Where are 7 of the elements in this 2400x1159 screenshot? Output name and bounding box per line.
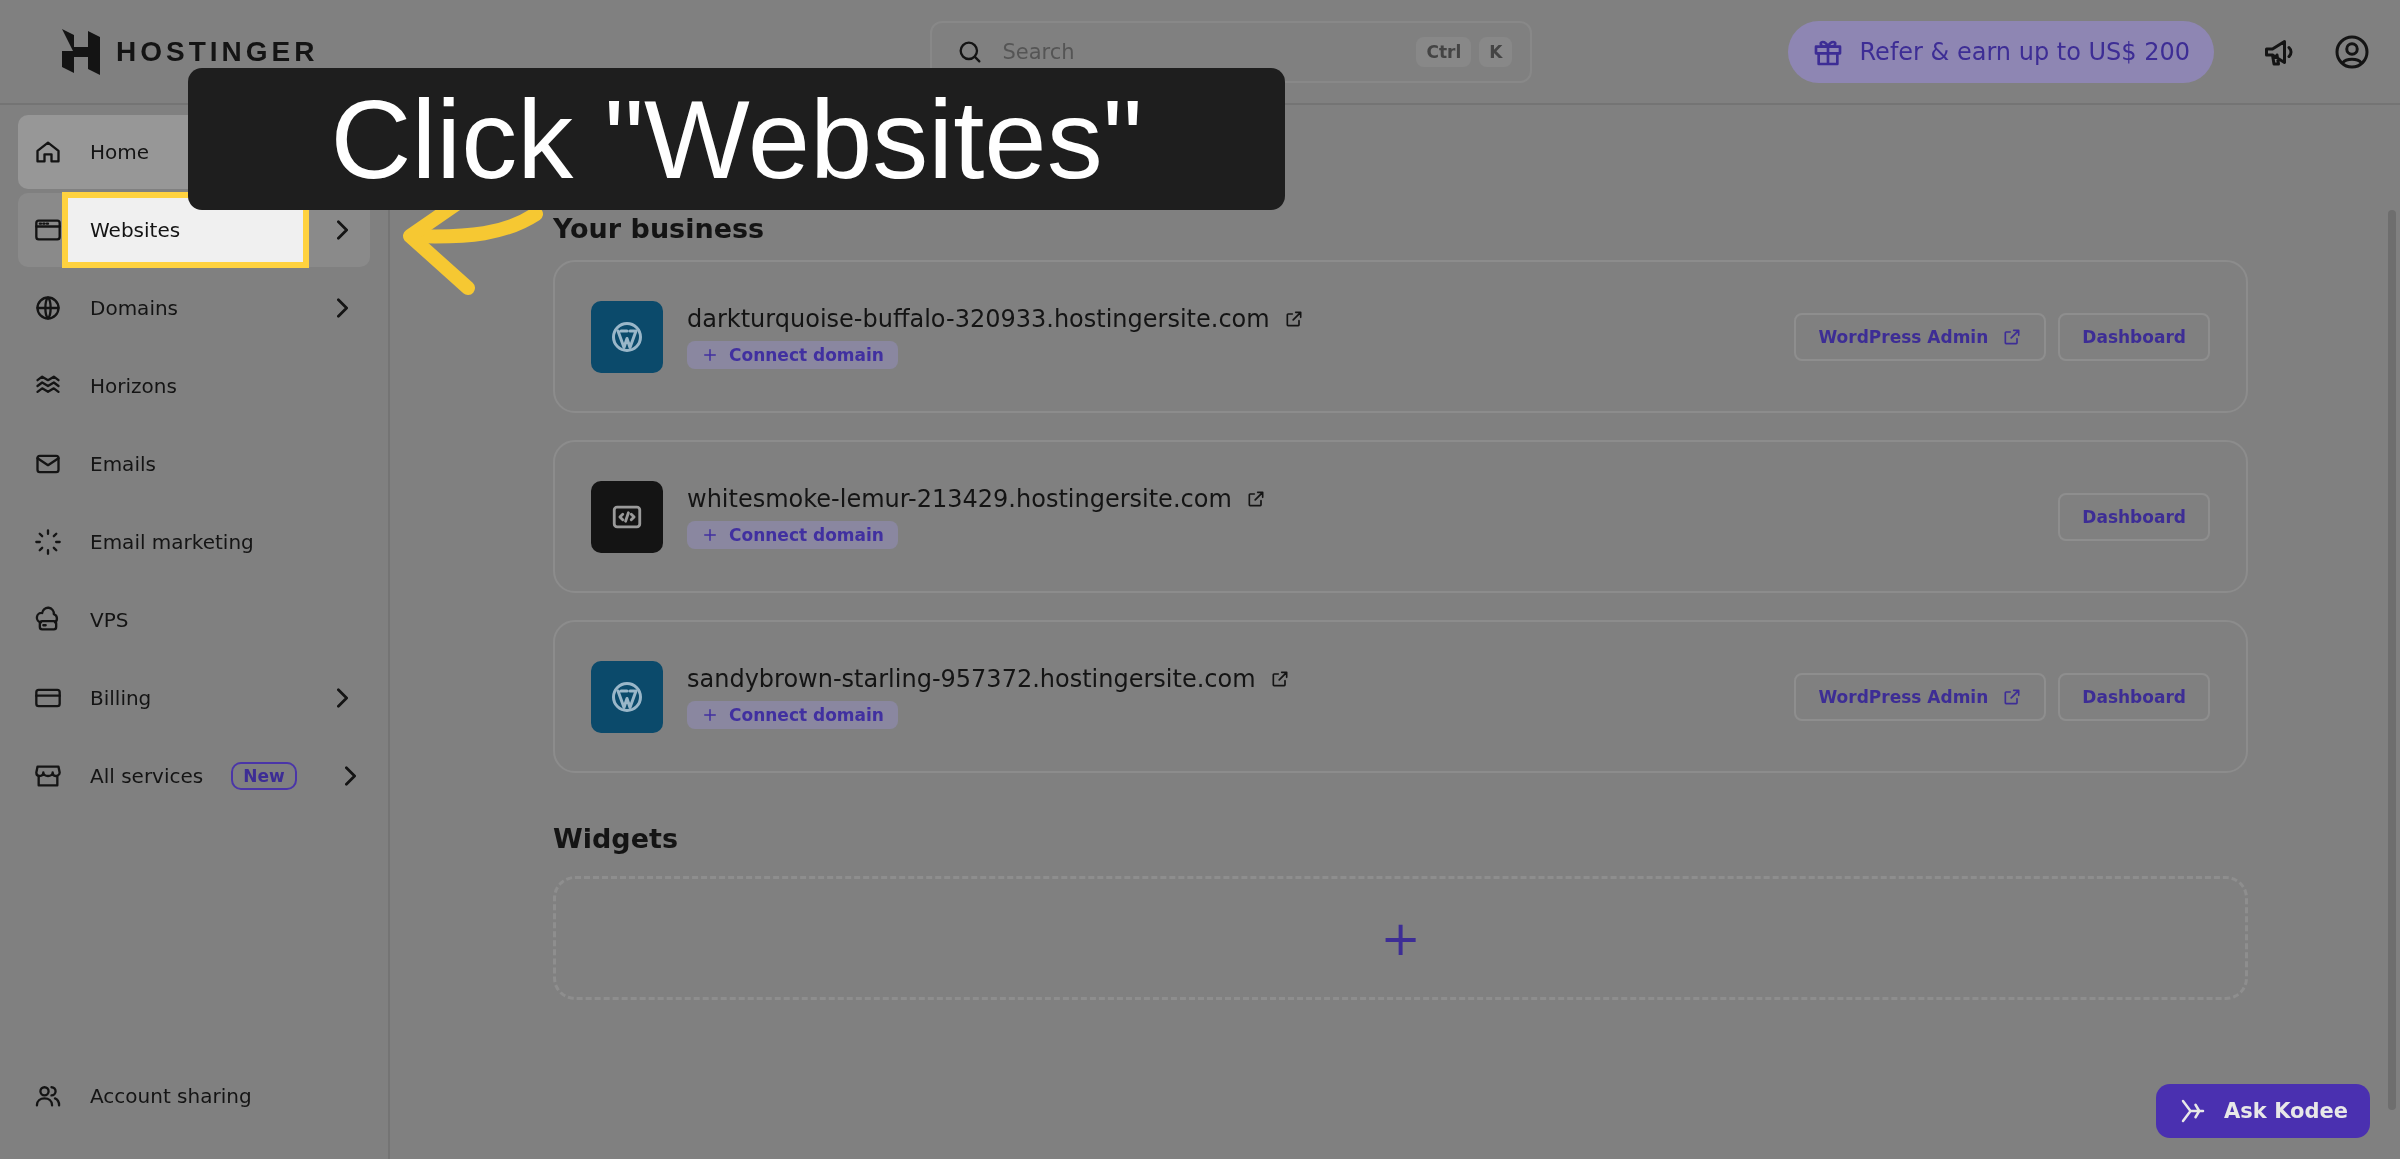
section-heading: Widgets (553, 823, 679, 854)
logo-text: HOSTINGER (116, 35, 319, 68)
section-heading: Your business (553, 213, 766, 244)
shortcut-key: Ctrl (1416, 36, 1472, 67)
instruction-tooltip: Click "Websites" (188, 68, 1285, 210)
shortcut-key: K (1479, 36, 1513, 67)
new-badge: New (231, 762, 297, 790)
